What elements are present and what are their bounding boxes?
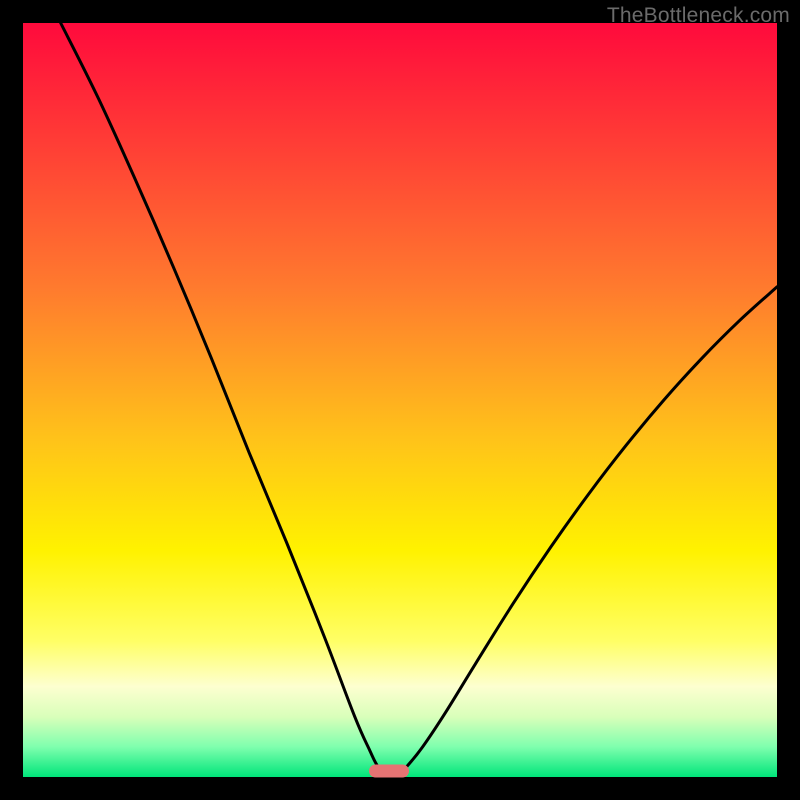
curve-right-arm [400, 287, 777, 773]
plot-area [23, 23, 777, 777]
chart-frame: TheBottleneck.com [0, 0, 800, 800]
curve-left-arm [61, 23, 385, 773]
bottleneck-curve [23, 23, 777, 777]
optimal-point-marker [369, 764, 409, 777]
watermark-text: TheBottleneck.com [607, 4, 790, 28]
